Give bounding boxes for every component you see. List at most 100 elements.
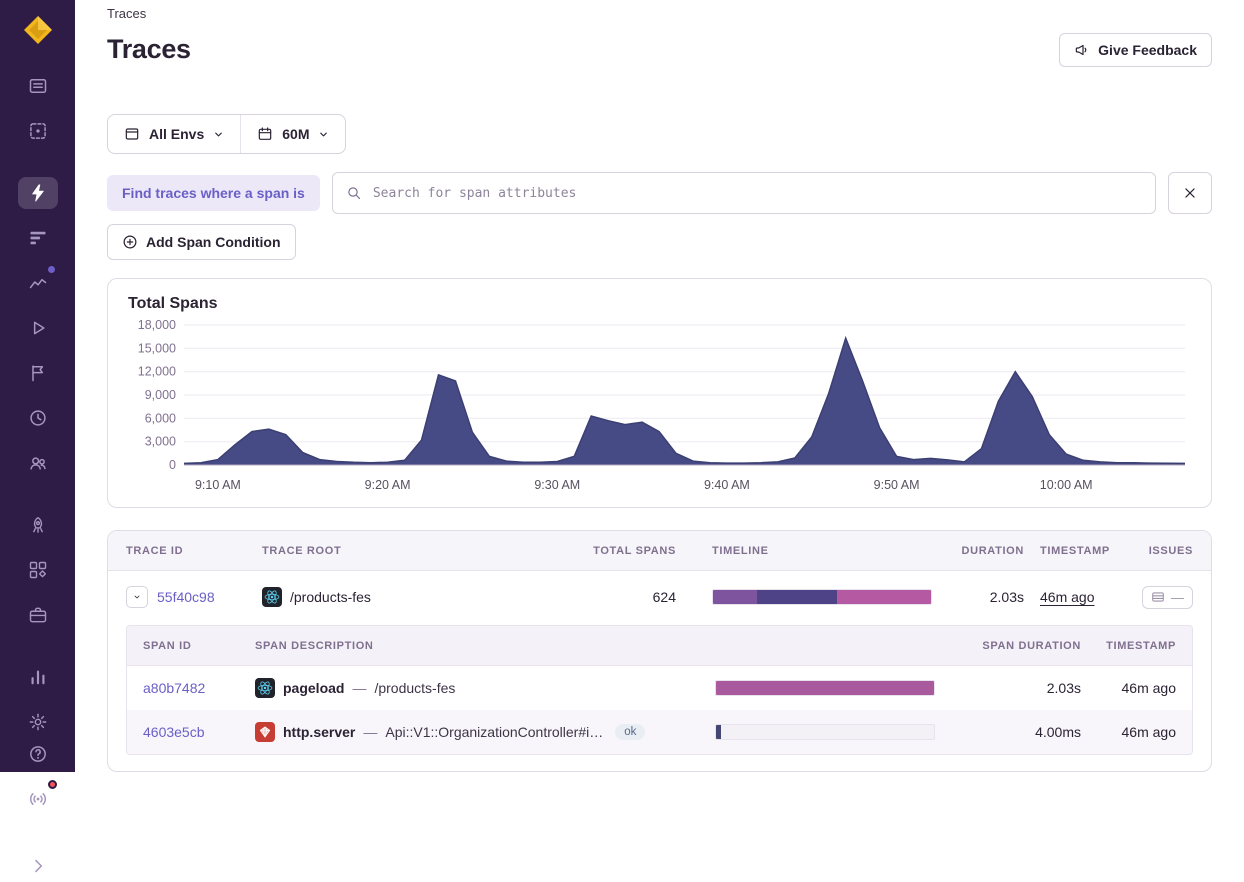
sidebar-item-organization[interactable] [18,599,58,631]
add-span-condition-button[interactable]: Add Span Condition [107,224,296,260]
trace-timestamp: 46m ago [1024,589,1132,605]
sidebar-item-help[interactable] [18,738,58,770]
trace-issues-indicator: — [1142,586,1193,609]
traces-table: TRACE ID TRACE ROOT TOTAL SPANS TIMELINE… [107,530,1212,772]
sidebar-item-integrations[interactable] [18,554,58,586]
sidebar-item-settings[interactable] [18,706,58,738]
sentry-logo[interactable] [22,14,54,46]
sidebar-item-feedback[interactable] [18,447,58,479]
clear-search-button[interactable] [1168,172,1212,214]
sidebar-item-crons[interactable] [18,402,58,434]
svg-text:10:00 AM: 10:00 AM [1040,478,1093,492]
svg-text:9:40 AM: 9:40 AM [704,478,750,492]
span-timeline-bar [715,680,935,696]
sidebar-item-profiling[interactable] [18,222,58,254]
sidebar-item-whats-new[interactable] [18,783,58,815]
col-timestamp: TIMESTAMP [1024,545,1132,557]
react-platform-icon [262,587,282,607]
svg-text:9:50 AM: 9:50 AM [874,478,920,492]
chevron-down-icon [133,591,141,603]
date-range-filter-label: 60M [282,126,309,142]
sidebar-item-issues[interactable] [18,70,58,102]
megaphone-icon [1074,42,1090,58]
trace-root-name: /products-fes [290,589,371,605]
trace-row: 55f40c98 /products-fes 624 2.03s 46m ago [108,571,1211,623]
svg-text:0: 0 [169,458,176,472]
span-timeline-bar [715,724,935,740]
span-row: a80b7482 pageload — /products-fes 2.03s … [127,666,1192,710]
environment-filter-label: All Envs [149,126,204,142]
sidebar-collapse[interactable] [18,850,58,882]
give-feedback-button[interactable]: Give Feedback [1059,33,1212,67]
traces-table-header: TRACE ID TRACE ROOT TOTAL SPANS TIMELINE… [108,531,1211,571]
give-feedback-label: Give Feedback [1098,42,1197,58]
total-spans-value: 624 [556,589,676,605]
calendar-icon [257,126,273,142]
svg-text:12,000: 12,000 [138,365,176,379]
date-range-filter[interactable]: 60M [241,115,345,153]
sidebar [0,0,75,772]
chart-title: Total Spans [128,295,1191,313]
briefcase-icon [28,605,48,625]
help-icon [28,744,48,764]
sidebar-item-launch[interactable] [18,509,58,541]
svg-text:3,000: 3,000 [145,435,176,449]
plus-circle-icon [122,234,138,250]
svg-text:9:20 AM: 9:20 AM [365,478,411,492]
dashed-box-icon [28,121,48,141]
svg-text:6,000: 6,000 [145,411,176,425]
add-span-condition-label: Add Span Condition [146,234,281,250]
flag-icon [28,363,48,383]
span-duration: 4.00ms [935,724,1081,740]
ruby-platform-icon [255,722,275,742]
span-row: 4603e5cb http.server — Api::V1::Organiza… [127,710,1192,754]
col-trace-root: TRACE ROOT [262,545,556,557]
trace-id-link[interactable]: 55f40c98 [157,589,215,605]
flamegraph-icon [28,228,48,248]
sidebar-item-traces[interactable] [18,177,58,209]
breadcrumb-traces[interactable]: Traces [107,6,146,21]
line-chart-icon [28,273,48,293]
span-duration: 2.03s [935,680,1081,696]
status-badge: ok [615,724,645,740]
environment-filter[interactable]: All Envs [108,115,240,153]
rocket-icon [28,515,48,535]
search-icon [346,185,362,201]
col-duration: DURATION [948,545,1024,557]
span-timestamp: 46m ago [1081,724,1176,740]
sidebar-item-explore[interactable] [18,115,58,147]
bar-chart-icon [28,667,48,687]
breadcrumb: Traces [75,0,1244,21]
page-title: Traces [107,34,191,65]
sidebar-item-flags[interactable] [18,357,58,389]
spans-subtable: SPAN ID SPAN DESCRIPTION SPAN DURATION T… [126,625,1193,755]
sidebar-item-replays[interactable] [18,312,58,344]
lightning-icon [28,183,48,203]
gear-icon [28,712,48,732]
sidebar-item-alerts[interactable] [18,267,58,299]
total-spans-area-chart: 03,0006,0009,00012,00015,00018,0009:10 A… [128,315,1191,497]
span-search-input[interactable] [371,185,1142,202]
filter-row: All Envs 60M [107,114,1212,154]
col-span-id: SPAN ID [143,640,255,652]
col-span-duration: SPAN DURATION [935,640,1081,652]
trace-timeline-bar [712,589,932,605]
svg-text:9:30 AM: 9:30 AM [534,478,580,492]
span-description: /products-fes [374,680,455,696]
span-id-link[interactable]: 4603e5cb [143,724,255,740]
sidebar-item-stats[interactable] [18,661,58,693]
clock-icon [28,408,48,428]
chevron-down-icon [318,129,329,140]
collapse-trace-button[interactable] [126,586,148,608]
svg-text:9,000: 9,000 [145,388,176,402]
span-id-link[interactable]: a80b7482 [143,680,255,696]
sidebar-footer [0,738,75,882]
total-spans-panel: Total Spans 03,0006,0009,00012,00015,000… [107,278,1212,508]
span-description: Api::V1::OrganizationController#i… [385,724,603,740]
span-search-label: Find traces where a span is [107,175,320,211]
issues-count: — [1171,590,1184,605]
window-icon [124,126,140,142]
alerts-notification-dot [48,266,55,273]
play-icon [28,318,48,338]
col-span-description: SPAN DESCRIPTION [255,640,715,652]
